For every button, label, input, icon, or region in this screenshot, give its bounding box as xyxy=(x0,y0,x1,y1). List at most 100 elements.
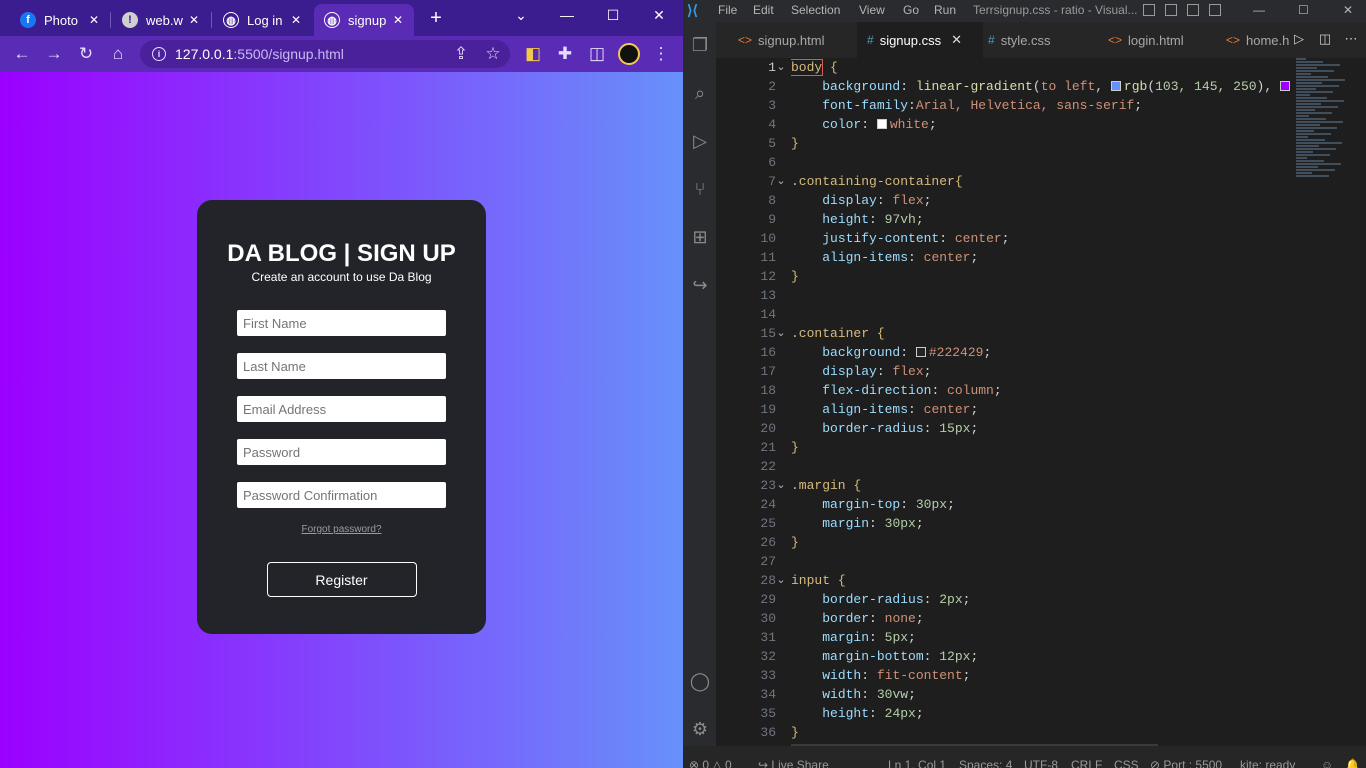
code-line: align-items: center; xyxy=(822,250,979,265)
explorer-icon[interactable]: ❐ xyxy=(687,32,713,58)
browser-tab-photo[interactable]: f Photo ✕ xyxy=(10,4,110,36)
new-tab-button[interactable]: + xyxy=(426,8,446,28)
minimap-line xyxy=(1296,115,1309,117)
url-host: 127.0.0.1 xyxy=(175,46,234,62)
menu-run[interactable]: Run xyxy=(934,3,956,17)
register-button[interactable]: Register xyxy=(266,562,417,597)
maximize-icon[interactable]: ☐ xyxy=(1298,3,1309,17)
encoding-status[interactable]: UTF-8 xyxy=(1024,758,1058,768)
close-tab-icon[interactable]: ✕ xyxy=(288,12,304,28)
side-panel-icon[interactable]: ◫ xyxy=(583,40,611,68)
reload-icon[interactable]: ↻ xyxy=(72,40,100,68)
live-share-status[interactable]: ↪ Live Share xyxy=(758,758,829,768)
code-line: height: 97vh; xyxy=(822,212,924,227)
code-editor[interactable]: 1 2 3 4 5 6 7 8 9 10 11 12 13 14 15 16 17 18 19 20 21 22 23 24 2… xyxy=(716,58,1366,759)
menu-kebab-icon[interactable]: ⋮ xyxy=(647,40,675,68)
browser-tab-signup[interactable]: ◍ signup ✕ xyxy=(314,4,414,36)
fold-chevron-icon[interactable]: ⌄ xyxy=(774,571,788,590)
maximize-icon[interactable]: ☐ xyxy=(590,0,636,30)
fold-chevron-icon[interactable]: ⌄ xyxy=(774,172,788,191)
kite-status[interactable]: kite: ready xyxy=(1240,758,1295,768)
line-number: 3 xyxy=(768,98,776,113)
color-swatch-icon xyxy=(1110,81,1121,91)
puzzle-extensions-icon[interactable]: ✚ xyxy=(551,40,579,68)
cursor-position[interactable]: Ln 1, Col 1 xyxy=(888,758,946,768)
indentation-status[interactable]: Spaces: 4 xyxy=(959,758,1012,768)
minimap-line xyxy=(1296,163,1341,165)
extensions-icon[interactable]: ⊞ xyxy=(687,224,713,250)
close-window-icon[interactable]: ✕ xyxy=(1343,3,1353,17)
line-number: 9 xyxy=(768,212,776,227)
tab-separator xyxy=(211,12,212,28)
eol-status[interactable]: CRLF xyxy=(1071,758,1102,768)
tab-separator xyxy=(110,12,111,28)
bookmark-star-icon[interactable]: ☆ xyxy=(479,40,507,68)
search-icon[interactable]: ⌕ xyxy=(687,80,713,106)
settings-gear-icon[interactable]: ⚙ xyxy=(687,716,713,742)
close-tab-icon[interactable]: ✕ xyxy=(186,12,202,28)
code-content[interactable]: body { background: linear-gradient(to le… xyxy=(791,58,1361,746)
menu-file[interactable]: File xyxy=(718,3,737,17)
first-name-input[interactable] xyxy=(237,310,446,336)
email-input[interactable] xyxy=(237,396,446,422)
share-icon[interactable]: ⇪ xyxy=(447,40,475,68)
password-confirmation-input[interactable] xyxy=(237,482,446,508)
live-share-icon[interactable]: ↪ xyxy=(687,272,713,298)
tab-search-icon[interactable]: ⌄ xyxy=(498,0,544,30)
close-tab-icon[interactable]: ✕ xyxy=(390,12,406,28)
close-tab-icon[interactable]: ✕ xyxy=(86,12,102,28)
split-editor-icon[interactable]: ◫ xyxy=(1316,31,1334,49)
browser-tab-login[interactable]: ◍ Log in ✕ xyxy=(213,4,312,36)
menu-go[interactable]: Go xyxy=(903,3,919,17)
minimize-icon[interactable]: — xyxy=(544,0,590,30)
back-arrow-icon[interactable]: ← xyxy=(8,40,36,68)
code-line: font-family:Arial, Helvetica, sans-serif… xyxy=(822,98,1143,113)
language-mode[interactable]: CSS xyxy=(1114,758,1139,768)
more-actions-icon[interactable]: ⋯ xyxy=(1342,31,1360,49)
layout-customize-icon[interactable] xyxy=(1209,4,1221,16)
fold-chevron-icon[interactable]: ⌄ xyxy=(774,476,788,495)
forward-arrow-icon[interactable]: → xyxy=(40,40,68,68)
minimap-line xyxy=(1296,133,1331,135)
color-swatch-icon xyxy=(915,347,926,357)
minimap-line xyxy=(1296,109,1315,111)
minimap[interactable] xyxy=(1296,58,1351,188)
layout-panel-icon[interactable] xyxy=(1165,4,1177,16)
notifications-bell-icon[interactable]: 🔔 xyxy=(1345,758,1360,768)
minimap-line xyxy=(1296,61,1323,63)
run-debug-icon[interactable]: ▷ xyxy=(687,128,713,154)
last-name-input[interactable] xyxy=(237,353,446,379)
fold-chevron-icon[interactable]: ⌄ xyxy=(774,324,788,343)
password-input[interactable] xyxy=(237,439,446,465)
close-window-icon[interactable]: ✕ xyxy=(636,0,682,30)
browser-tab-web[interactable]: ! web.w ✕ xyxy=(112,4,210,36)
menu-selection[interactable]: Selection xyxy=(791,3,840,17)
page-subtitle: Create an account to use Da Blog xyxy=(251,270,432,284)
editor-tab-login-html[interactable]: <> login.html xyxy=(1098,22,1184,58)
code-line: } xyxy=(791,269,799,284)
fold-chevron-icon[interactable]: ⌄ xyxy=(774,58,788,77)
profile-avatar[interactable] xyxy=(615,40,643,68)
minimize-icon[interactable]: — xyxy=(1253,3,1265,17)
feedback-icon[interactable]: ☺ xyxy=(1321,758,1333,768)
editor-tab-signup-html[interactable]: <> signup.html xyxy=(728,22,825,58)
forgot-password-link[interactable]: Forgot password? xyxy=(301,524,381,535)
editor-tab-style-css[interactable]: # style.css xyxy=(978,22,1051,58)
extension-colorful-icon[interactable]: ◧ xyxy=(519,40,547,68)
menu-view[interactable]: View xyxy=(859,3,885,17)
source-control-icon[interactable]: ⑂ xyxy=(687,176,713,202)
account-icon[interactable]: ◯ xyxy=(687,668,713,694)
live-server-port[interactable]: ⊘ Port : 5500 xyxy=(1150,758,1222,768)
site-info-icon[interactable]: i xyxy=(152,47,166,61)
editor-tab-label: home.h xyxy=(1246,32,1290,48)
layout-sidebar-icon[interactable] xyxy=(1143,4,1155,16)
layout-secondary-icon[interactable] xyxy=(1187,4,1199,16)
line-number: 24 xyxy=(760,497,776,512)
menu-edit[interactable]: Edit xyxy=(753,3,774,17)
line-number: 8 xyxy=(768,193,776,208)
run-file-icon[interactable]: ▷ xyxy=(1290,31,1308,49)
editor-tab-signup-css[interactable]: # signup.css ✕ xyxy=(857,22,983,58)
home-icon[interactable]: ⌂ xyxy=(104,40,132,68)
close-tab-icon[interactable]: ✕ xyxy=(951,32,962,48)
problems-indicator[interactable]: ⊗ 0 △ 0 xyxy=(689,758,732,768)
